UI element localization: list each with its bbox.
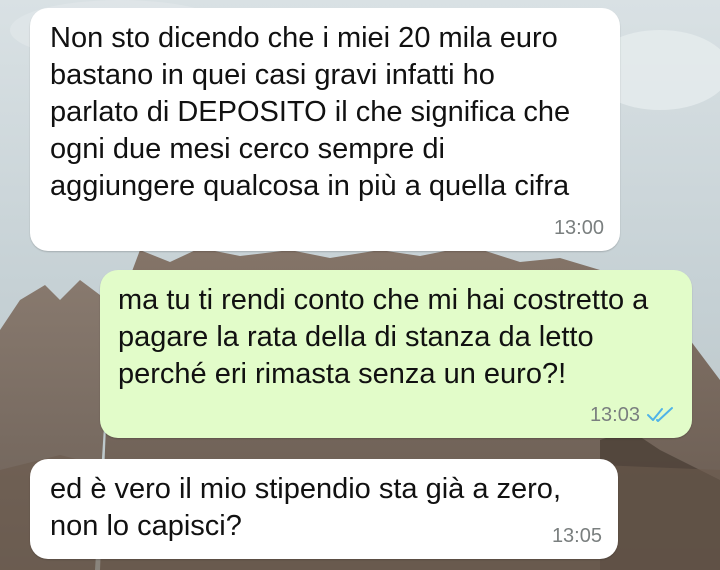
message-text: Non sto dicendo che i miei 20 mila euro …	[50, 22, 571, 202]
message-bubble-outgoing[interactable]: ma tu ti rendi conto che mi hai costrett…	[100, 270, 692, 438]
message-text: ed è vero il mio stipendio sta già a zer…	[50, 473, 561, 542]
message-bubble-incoming[interactable]: ed è vero il mio stipendio sta già a zer…	[30, 459, 618, 559]
message-timestamp: 13:05	[551, 525, 602, 547]
message-timestamp: 13:00	[553, 217, 604, 239]
message-bubble-incoming[interactable]: Non sto dicendo che i miei 20 mila euro …	[30, 8, 620, 251]
double-check-icon	[646, 406, 676, 424]
message-meta: 13:05	[552, 525, 602, 547]
message-text: ma tu ti rendi conto che mi hai costrett…	[118, 284, 649, 390]
message-meta: 13:03	[590, 404, 676, 426]
message-meta: 13:00	[554, 217, 604, 239]
message-timestamp: 13:03	[589, 404, 640, 426]
